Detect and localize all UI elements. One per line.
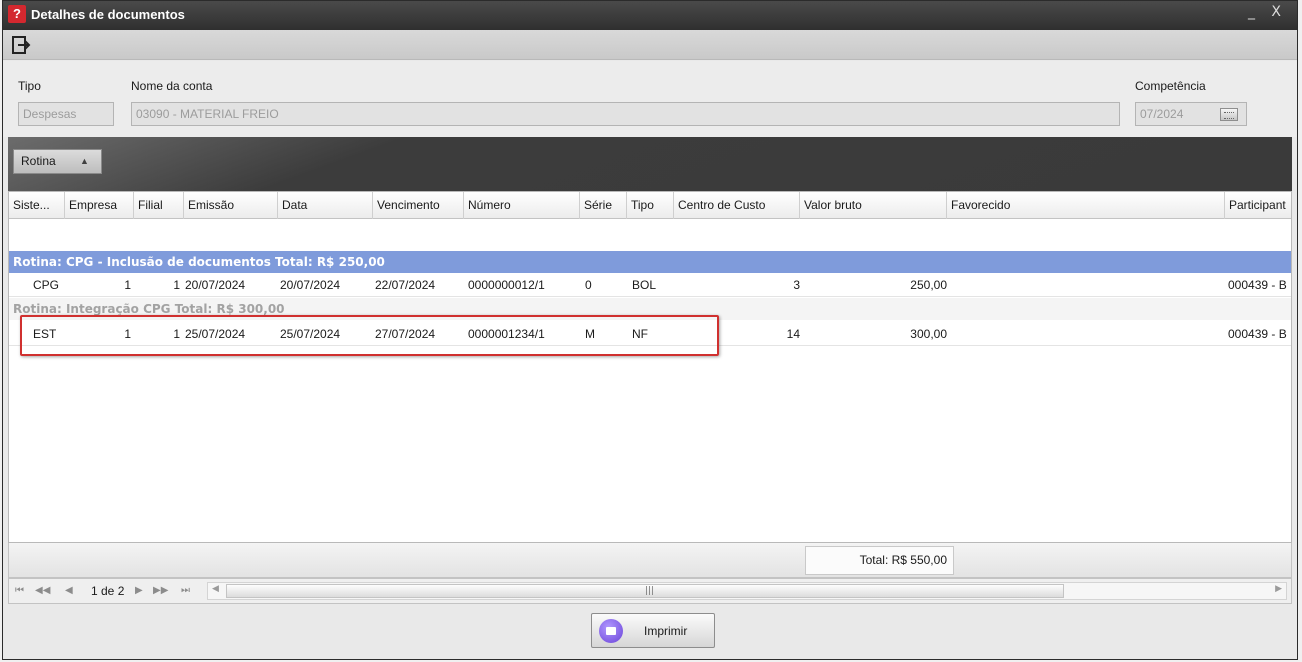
group-chip-label: Rotina — [21, 154, 56, 168]
previous-page-icon[interactable]: ◀◀ — [35, 583, 50, 599]
tipo-label: Tipo — [18, 79, 41, 93]
horizontal-scrollbar[interactable]: ◀ ||| ▶ — [207, 582, 1287, 600]
cell-tipo: NF — [632, 327, 648, 341]
column-header-data[interactable]: Data — [278, 192, 373, 219]
scroll-left-icon[interactable]: ◀ — [212, 584, 219, 594]
column-header-serie[interactable]: Série — [580, 192, 627, 219]
column-header-favorecido[interactable]: Favorecido — [947, 192, 1225, 219]
column-header-sistema[interactable]: Siste... — [9, 192, 65, 219]
document-details-window: ? Detalhes de documentos _ X Tipo Despes… — [2, 0, 1298, 660]
filter-panel: Tipo Despesas Nome da conta 03090 - MATE… — [3, 61, 1297, 137]
window-title: Detalhes de documentos — [31, 7, 185, 22]
cell-data: 25/07/2024 — [280, 327, 341, 341]
sort-asc-icon: ▲ — [80, 156, 89, 166]
tipo-field[interactable]: Despesas — [18, 102, 114, 126]
scroll-right-icon[interactable]: ▶ — [1275, 584, 1282, 594]
page-indicator: 1 de 2 — [91, 584, 125, 598]
table-row[interactable]: EST 1 1 25/07/2024 25/07/2024 27/07/2024… — [9, 322, 1291, 346]
cell-centro-custo: 3 — [793, 278, 800, 292]
cell-filial: 1 — [173, 327, 180, 341]
competencia-label: Competência — [1135, 79, 1206, 93]
cell-serie: M — [585, 327, 595, 341]
first-page-icon[interactable]: ⏮ — [15, 583, 24, 599]
cell-participante: 000439 - B — [1228, 278, 1287, 292]
column-header-emissao[interactable]: Emissão — [184, 192, 278, 219]
cell-serie: 0 — [585, 278, 592, 292]
scrollbar-thumb[interactable]: ||| — [226, 584, 1064, 598]
competencia-field[interactable]: 07/2024 — [1135, 102, 1247, 126]
table-row[interactable]: CPG 1 1 20/07/2024 20/07/2024 22/07/2024… — [9, 273, 1291, 297]
cell-valor-bruto: 300,00 — [910, 327, 947, 341]
cell-centro-custo: 14 — [786, 327, 800, 341]
calendar-icon[interactable] — [1220, 108, 1238, 121]
documents-grid: Siste... Empresa Filial Emissão Data Ven… — [8, 191, 1292, 543]
toolbar — [3, 30, 1297, 60]
cell-sistema: EST — [33, 327, 57, 341]
column-header-vencimento[interactable]: Vencimento — [373, 192, 464, 219]
conta-label: Nome da conta — [131, 79, 213, 93]
cell-data: 20/07/2024 — [280, 278, 341, 292]
group-chip-rotina[interactable]: Rotina ▲ — [13, 149, 102, 174]
column-header-participante[interactable]: Participant — [1225, 192, 1291, 219]
cell-empresa: 1 — [124, 327, 131, 341]
group-by-panel: Rotina ▲ — [8, 137, 1292, 191]
cell-numero: 0000000012/1 — [468, 278, 545, 292]
exit-icon[interactable] — [11, 35, 31, 55]
cell-vencimento: 27/07/2024 — [375, 327, 436, 341]
cell-filial: 1 — [173, 278, 180, 292]
app-logo-icon: ? — [8, 5, 26, 23]
cell-numero: 0000001234/1 — [468, 327, 545, 341]
next-record-icon[interactable]: ▶ — [135, 583, 143, 599]
print-button-label: Imprimir — [644, 624, 688, 638]
cell-emissao: 20/07/2024 — [185, 278, 246, 292]
column-header-centro-custo[interactable]: Centro de Custo — [674, 192, 800, 219]
cell-tipo: BOL — [632, 278, 657, 292]
conta-field[interactable]: 03090 - MATERIAL FREIO — [131, 102, 1120, 126]
title-bar[interactable]: ? Detalhes de documentos _ X — [3, 1, 1297, 30]
column-header-filial[interactable]: Filial — [134, 192, 184, 219]
group-row-integracao[interactable]: Rotina: Integração CPG Total: R$ 300,00 — [9, 298, 1291, 320]
last-page-icon[interactable]: ⏭ — [181, 583, 190, 599]
column-header-tipo[interactable]: Tipo — [627, 192, 674, 219]
column-header-numero[interactable]: Número — [464, 192, 580, 219]
grid-header: Siste... Empresa Filial Emissão Data Ven… — [9, 192, 1291, 219]
cell-valor-bruto: 250,00 — [910, 278, 947, 292]
previous-record-icon[interactable]: ◀ — [65, 583, 73, 599]
column-header-empresa[interactable]: Empresa — [65, 192, 134, 219]
cell-participante: 000439 - B — [1228, 327, 1287, 341]
next-page-icon[interactable]: ▶▶ — [153, 583, 168, 599]
pager: ⏮ ◀◀ ◀ 1 de 2 ▶ ▶▶ ⏭ ◀ ||| ▶ — [8, 578, 1292, 604]
printer-icon — [599, 619, 623, 643]
window-controls[interactable]: _ X — [1248, 4, 1287, 20]
total-summary: Total: R$ 550,00 — [805, 546, 954, 575]
scroll-grip-icon: ||| — [645, 586, 655, 596]
group-row-cpg[interactable]: Rotina: CPG - Inclusão de documentos Tot… — [9, 251, 1291, 273]
print-button[interactable]: Imprimir — [591, 613, 715, 648]
cell-emissao: 25/07/2024 — [185, 327, 246, 341]
column-header-valor-bruto[interactable]: Valor bruto — [800, 192, 947, 219]
cell-sistema: CPG — [33, 278, 60, 292]
grid-footer: Total: R$ 550,00 — [8, 543, 1292, 578]
cell-empresa: 1 — [124, 278, 131, 292]
competencia-value: 07/2024 — [1140, 107, 1184, 121]
cell-vencimento: 22/07/2024 — [375, 278, 436, 292]
